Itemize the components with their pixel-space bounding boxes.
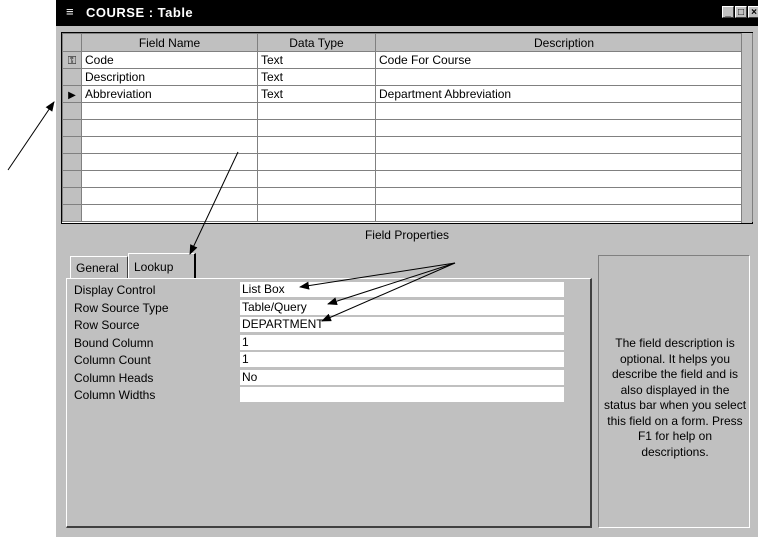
row-selector[interactable]	[62, 170, 82, 188]
data-type-cell[interactable]: Text	[257, 51, 376, 69]
empty-cell[interactable]	[81, 102, 258, 120]
property-label: Column Widths	[74, 388, 156, 402]
empty-cell[interactable]	[81, 136, 258, 154]
row-selector[interactable]	[62, 153, 82, 171]
help-panel: The field description is optional. It he…	[598, 255, 750, 528]
property-label: Column Heads	[74, 370, 154, 385]
data-type-cell[interactable]: Text	[257, 68, 376, 86]
property-label: Bound Column	[74, 335, 154, 350]
row-selector[interactable]: ▶	[62, 85, 82, 103]
property-value-field[interactable]: 1	[240, 334, 564, 350]
description-cell[interactable]: Code For Course	[375, 51, 753, 69]
empty-cell[interactable]	[257, 204, 376, 222]
lookup-properties-panel	[66, 278, 592, 528]
tab-lookup[interactable]: Lookup	[128, 253, 196, 279]
table-design-window: ≡ COURSE : Table _ □ × Field Name Data T…	[56, 0, 758, 537]
table-icon: ≡	[66, 4, 74, 19]
property-value-field[interactable]: Table/Query	[240, 299, 564, 315]
property-label: Display Control	[74, 283, 156, 297]
grid-header-row: Field Name Data Type Description	[62, 33, 753, 52]
table-row[interactable]: ⚿ Code Text Code For Course	[62, 51, 753, 69]
empty-cell[interactable]	[257, 170, 376, 188]
row-selector-header	[62, 33, 82, 52]
key-icon: ⚿	[67, 54, 77, 67]
empty-cell[interactable]	[257, 153, 376, 171]
minimize-button[interactable]: _	[722, 6, 734, 18]
empty-cell[interactable]	[375, 119, 753, 137]
tab-general[interactable]: General	[70, 256, 128, 278]
empty-table-row[interactable]	[62, 102, 753, 120]
empty-cell[interactable]	[375, 153, 753, 171]
restore-button[interactable]: □	[735, 6, 747, 18]
empty-cell[interactable]	[257, 102, 376, 120]
empty-table-row[interactable]	[62, 136, 753, 154]
column-header-description[interactable]: Description	[375, 33, 753, 52]
empty-cell[interactable]	[81, 170, 258, 188]
help-text: The field description is optional. It he…	[603, 336, 747, 459]
title-bar[interactable]: ≡ COURSE : Table _ □ ×	[56, 0, 758, 26]
empty-cell[interactable]	[375, 102, 753, 120]
empty-table-row[interactable]	[62, 153, 753, 171]
empty-cell[interactable]	[81, 204, 258, 222]
description-cell[interactable]	[375, 68, 753, 86]
empty-table-row[interactable]	[62, 170, 753, 188]
row-selector[interactable]	[62, 119, 82, 137]
arrow-to-current-row	[7, 101, 55, 171]
empty-cell[interactable]	[81, 119, 258, 137]
row-selector[interactable]	[62, 68, 82, 86]
field-name-cell[interactable]: Abbreviation	[81, 85, 258, 103]
empty-table-row[interactable]	[62, 204, 753, 222]
property-value-field[interactable]: List Box	[240, 282, 564, 297]
field-name-cell[interactable]: Description	[81, 68, 258, 86]
empty-cell[interactable]	[257, 119, 376, 137]
field-properties-label: Field Properties	[364, 228, 450, 242]
field-grid: Field Name Data Type Description ⚿ Code Te…	[61, 32, 753, 224]
row-selector[interactable]	[62, 204, 82, 222]
current-row-icon: ▶	[68, 90, 76, 101]
table-row[interactable]: Description Text	[62, 68, 753, 86]
empty-cell[interactable]	[257, 187, 376, 205]
property-label: Row Source Type	[74, 300, 169, 315]
description-cell[interactable]: Department Abbreviation	[375, 85, 753, 103]
row-selector[interactable]	[62, 187, 82, 205]
empty-cell[interactable]	[375, 204, 753, 222]
property-label: Column Count	[74, 353, 151, 367]
empty-cell[interactable]	[375, 136, 753, 154]
field-name-cell[interactable]: Code	[81, 51, 258, 69]
row-selector[interactable]	[62, 136, 82, 154]
grid-vertical-scrollbar[interactable]	[741, 33, 752, 223]
empty-cell[interactable]	[81, 187, 258, 205]
column-header-field-name[interactable]: Field Name	[81, 33, 258, 52]
data-type-cell[interactable]: Text	[257, 85, 376, 103]
row-selector[interactable]	[62, 102, 82, 120]
empty-table-row[interactable]	[62, 119, 753, 137]
empty-table-row[interactable]	[62, 187, 753, 205]
row-selector[interactable]: ⚿	[62, 51, 82, 69]
empty-cell[interactable]	[375, 170, 753, 188]
property-value-field[interactable]: 1	[240, 352, 564, 367]
window-title: COURSE : Table	[86, 5, 194, 20]
property-value-field[interactable]: No	[240, 369, 564, 385]
property-label: Row Source	[74, 318, 140, 332]
empty-cell[interactable]	[257, 136, 376, 154]
property-value-field[interactable]	[240, 387, 564, 402]
column-header-data-type[interactable]: Data Type	[257, 33, 376, 52]
empty-cell[interactable]	[81, 153, 258, 171]
property-value-field[interactable]: DEPARTMENT	[240, 317, 564, 332]
close-button[interactable]: ×	[748, 6, 758, 18]
table-row[interactable]: ▶ Abbreviation Text Department Abbreviation	[62, 85, 753, 103]
empty-cell[interactable]	[375, 187, 753, 205]
